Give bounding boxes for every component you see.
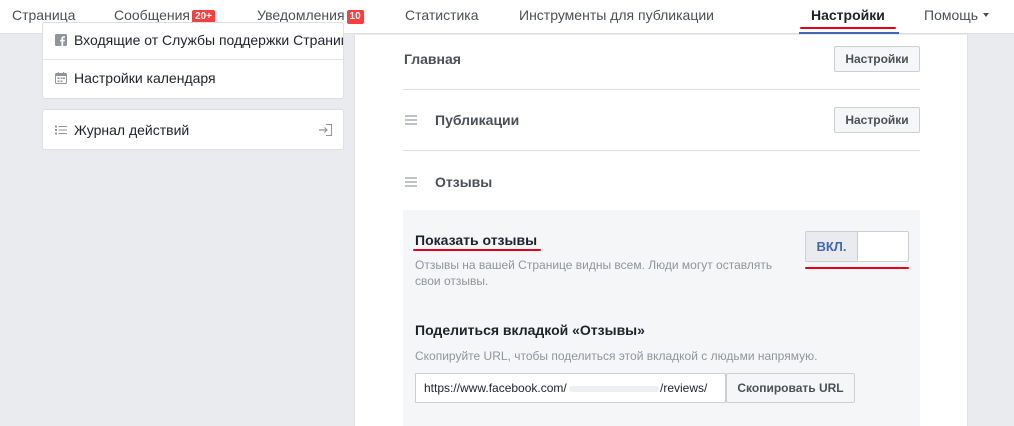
calendar-icon [55,72,67,84]
list-icon [55,125,67,135]
redacted-page-name [569,386,659,392]
sign-in-icon[interactable] [319,124,332,136]
notifications-count-badge: 10 [346,10,364,24]
drag-handle-icon[interactable] [405,115,417,126]
sidebar-item-calendar-settings-label: Настройки календаря [74,70,216,86]
sidebar-card-activity: Журнал действий [42,109,344,150]
sidebar-item-calendar-settings[interactable]: Настройки календаря [55,70,216,86]
show-reviews-description: Отзывы на вашей Странице видны всем. Люд… [415,258,773,288]
row-title-reviews: Отзывы [435,174,493,190]
show-reviews-title: Показать отзывы [415,232,538,248]
sidebar-divider [43,59,343,60]
nav-tab-publishing-tools[interactable]: Инструменты для публикации [519,0,714,34]
row-title-general: Главная [404,51,461,67]
settings-panel: Главная Настройки Публикации Настройки О… [354,35,968,426]
chevron-down-icon [983,13,990,17]
sidebar-item-activity-log[interactable]: Журнал действий [55,122,189,138]
row-divider [403,89,920,90]
sidebar-item-support-inbox[interactable]: Входящие от Службы поддержки Страниц [55,32,343,48]
review-url-field[interactable]: https://www.facebook.com/ /reviews/ [415,373,726,403]
publications-settings-button[interactable]: Настройки [834,107,920,133]
nav-tab-stats[interactable]: Статистика [405,0,479,34]
sidebar-item-support-inbox-label: Входящие от Службы поддержки Страниц [74,32,343,48]
sidebar-item-activity-log-label: Журнал действий [74,122,190,138]
nav-tab-help[interactable]: Помощь [924,0,990,34]
nav-tab-messages-label: Сообщения [114,7,190,23]
url-prefix-text: https://www.facebook.com/ [424,381,567,395]
annotation-underline-settings [800,27,896,29]
nav-tab-notifications-label: Уведомления [257,7,345,23]
nav-tab-help-label: Помощь [924,7,979,23]
toggle-on-label: ВКЛ. [806,232,858,261]
share-tab-title: Поделиться вкладкой «Отзывы» [415,322,645,338]
row-title-publications: Публикации [435,112,520,128]
general-settings-button[interactable]: Настройки [834,46,920,72]
row-divider [403,150,920,151]
show-reviews-toggle[interactable]: ВКЛ. [805,231,909,262]
sidebar-card-inbox: Входящие от Службы поддержки Страниц Нас… [42,22,344,99]
drag-handle-icon[interactable] [405,177,417,188]
share-tab-description: Скопируйте URL, чтобы поделиться этой вк… [415,349,818,363]
annotation-underline-show-reviews [413,249,541,251]
annotation-underline-toggle [805,267,909,269]
reviews-settings-section: Показать отзывы Отзывы на вашей Странице… [403,210,920,426]
url-suffix-text: /reviews/ [660,381,708,395]
facebook-icon [55,34,67,46]
copy-url-button[interactable]: Скопировать URL [726,373,855,403]
